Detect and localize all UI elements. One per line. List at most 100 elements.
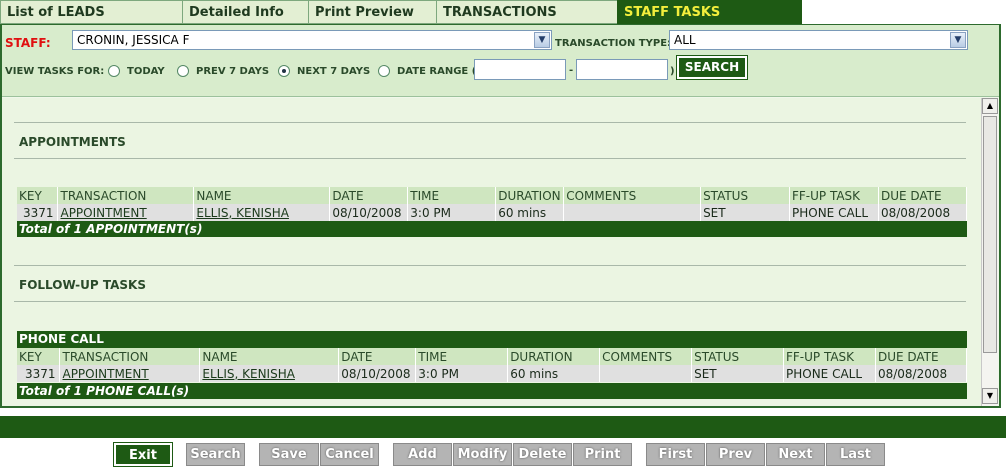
transaction-link[interactable]: APPOINTMENT: [60, 206, 146, 220]
cell-due-date: 08/08/2008: [878, 204, 968, 221]
prev-button[interactable]: Prev: [706, 443, 765, 466]
column-header[interactable]: NAME: [193, 187, 331, 204]
cell-comments: [563, 204, 702, 221]
followups-title: FOLLOW-UP TASKS: [19, 278, 146, 292]
tab-print-preview[interactable]: Print Preview: [308, 0, 437, 24]
column-header[interactable]: DUE DATE: [875, 348, 968, 365]
status-bar: [0, 416, 1006, 438]
search-button[interactable]: SEARCH: [676, 55, 748, 80]
column-header[interactable]: NAME: [199, 348, 340, 365]
divider: [14, 158, 966, 159]
column-header[interactable]: DATE: [338, 348, 417, 365]
divider: [14, 265, 966, 266]
followups-header-row: KEY TRANSACTION NAME DATE TIME DURATION …: [17, 348, 968, 365]
column-header[interactable]: DUE DATE: [878, 187, 968, 204]
column-header[interactable]: TRANSACTION: [59, 348, 201, 365]
tab-detailed-info[interactable]: Detailed Info: [182, 0, 309, 24]
column-header[interactable]: COMMENTS: [563, 187, 702, 204]
column-header[interactable]: FF-UP TASK: [789, 187, 879, 204]
tab-list-of-leads[interactable]: List of LEADS: [0, 0, 183, 24]
name-link[interactable]: ELLIS, KENISHA: [196, 206, 289, 220]
cell-key: 3371: [17, 365, 61, 382]
column-header[interactable]: DATE: [329, 187, 409, 204]
radio-next-7-days[interactable]: [278, 65, 290, 77]
staff-label: STAFF:: [5, 36, 51, 50]
radio-prev-7-days[interactable]: [177, 65, 189, 77]
cell-status: SET: [700, 204, 790, 221]
cell-ffup-task: PHONE CALL: [783, 365, 876, 382]
column-header[interactable]: COMMENTS: [599, 348, 693, 365]
radio-date-range[interactable]: [378, 65, 390, 77]
main-panel: STAFF: CRONIN, JESSICA F ▼ TRANSACTION T…: [0, 24, 1001, 408]
tab-bar: List of LEADS Detailed Info Print Previe…: [0, 0, 1006, 24]
next-button[interactable]: Next: [766, 443, 825, 466]
delete-button[interactable]: Delete: [513, 443, 572, 466]
column-header[interactable]: TIME: [415, 348, 509, 365]
view-tasks-label: VIEW TASKS FOR:: [5, 66, 105, 77]
appointments-table: KEY TRANSACTION NAME DATE TIME DURATION …: [17, 187, 968, 221]
date-range-to-input[interactable]: [576, 59, 668, 80]
date-range-dash: -: [569, 65, 574, 76]
chevron-down-icon[interactable]: ▼: [950, 32, 966, 48]
search-toolbar-button[interactable]: Search: [186, 443, 245, 466]
cancel-button[interactable]: Cancel: [320, 443, 379, 466]
table-row[interactable]: 3371 APPOINTMENT ELLIS, KENISHA 08/10/20…: [17, 204, 968, 221]
cell-time: 3:0 PM: [407, 204, 497, 221]
column-header[interactable]: FF-UP TASK: [783, 348, 876, 365]
column-header[interactable]: DURATION: [495, 187, 565, 204]
column-header[interactable]: KEY: [17, 187, 59, 204]
task-list-area: APPOINTMENTS KEY TRANSACTION NAME DATE T…: [2, 98, 982, 406]
scroll-up-icon[interactable]: ▲: [982, 98, 998, 114]
cell-time: 3:0 PM: [415, 365, 509, 382]
modify-button[interactable]: Modify: [453, 443, 512, 466]
chevron-down-icon[interactable]: ▼: [534, 32, 550, 48]
divider: [14, 122, 966, 123]
cell-comments: [599, 365, 693, 382]
staff-select-value: CRONIN, JESSICA F: [77, 33, 190, 47]
cell-duration: 60 mins: [495, 204, 565, 221]
radio-date-range-label: DATE RANGE (: [397, 66, 477, 77]
followups-table: KEY TRANSACTION NAME DATE TIME DURATION …: [17, 348, 968, 382]
exit-button[interactable]: Exit: [113, 442, 173, 467]
cell-due-date: 08/08/2008: [875, 365, 968, 382]
column-header[interactable]: TIME: [407, 187, 497, 204]
tab-staff-tasks[interactable]: STAFF TASKS: [617, 0, 802, 24]
tab-transactions[interactable]: TRANSACTIONS: [436, 0, 618, 24]
radio-prev-7-days-label: PREV 7 DAYS: [196, 66, 270, 77]
column-header[interactable]: DURATION: [507, 348, 601, 365]
cell-date: 08/10/2008: [338, 365, 417, 382]
transaction-type-select[interactable]: ALL ▼: [669, 30, 968, 50]
name-link[interactable]: ELLIS, KENISHA: [202, 367, 295, 381]
appointments-header-row: KEY TRANSACTION NAME DATE TIME DURATION …: [17, 187, 968, 204]
cell-date: 08/10/2008: [329, 204, 409, 221]
vertical-scrollbar[interactable]: ▲ ▼: [981, 98, 998, 406]
scroll-down-icon[interactable]: ▼: [982, 388, 998, 404]
radio-today[interactable]: [108, 65, 120, 77]
scroll-thumb[interactable]: [983, 116, 997, 353]
cell-ffup-task: PHONE CALL: [789, 204, 879, 221]
transaction-type-label: TRANSACTION TYPE:: [555, 38, 672, 49]
appointments-title: APPOINTMENTS: [19, 135, 126, 149]
column-header[interactable]: STATUS: [691, 348, 784, 365]
column-header[interactable]: KEY: [17, 348, 61, 365]
divider: [14, 301, 966, 302]
last-button[interactable]: Last: [826, 443, 885, 466]
cell-key: 3371: [17, 204, 59, 221]
transaction-link[interactable]: APPOINTMENT: [62, 367, 148, 381]
date-range-from-input[interactable]: [474, 59, 566, 80]
column-header[interactable]: STATUS: [700, 187, 790, 204]
staff-select[interactable]: CRONIN, JESSICA F ▼: [72, 30, 552, 50]
radio-today-label: TODAY: [127, 66, 165, 77]
print-button[interactable]: Print: [573, 443, 632, 466]
column-header[interactable]: TRANSACTION: [57, 187, 195, 204]
save-button[interactable]: Save: [259, 443, 319, 466]
cell-status: SET: [691, 365, 784, 382]
table-row[interactable]: 3371 APPOINTMENT ELLIS, KENISHA 08/10/20…: [17, 365, 968, 382]
first-button[interactable]: First: [646, 443, 705, 466]
filter-panel: STAFF: CRONIN, JESSICA F ▼ TRANSACTION T…: [2, 25, 999, 97]
add-button[interactable]: Add: [393, 443, 452, 466]
date-range-close: ): [670, 66, 675, 77]
staff-tasks-app: List of LEADS Detailed Info Print Previe…: [0, 0, 1006, 473]
appointments-total: Total of 1 APPOINTMENT(s): [17, 221, 967, 237]
cell-duration: 60 mins: [507, 365, 601, 382]
